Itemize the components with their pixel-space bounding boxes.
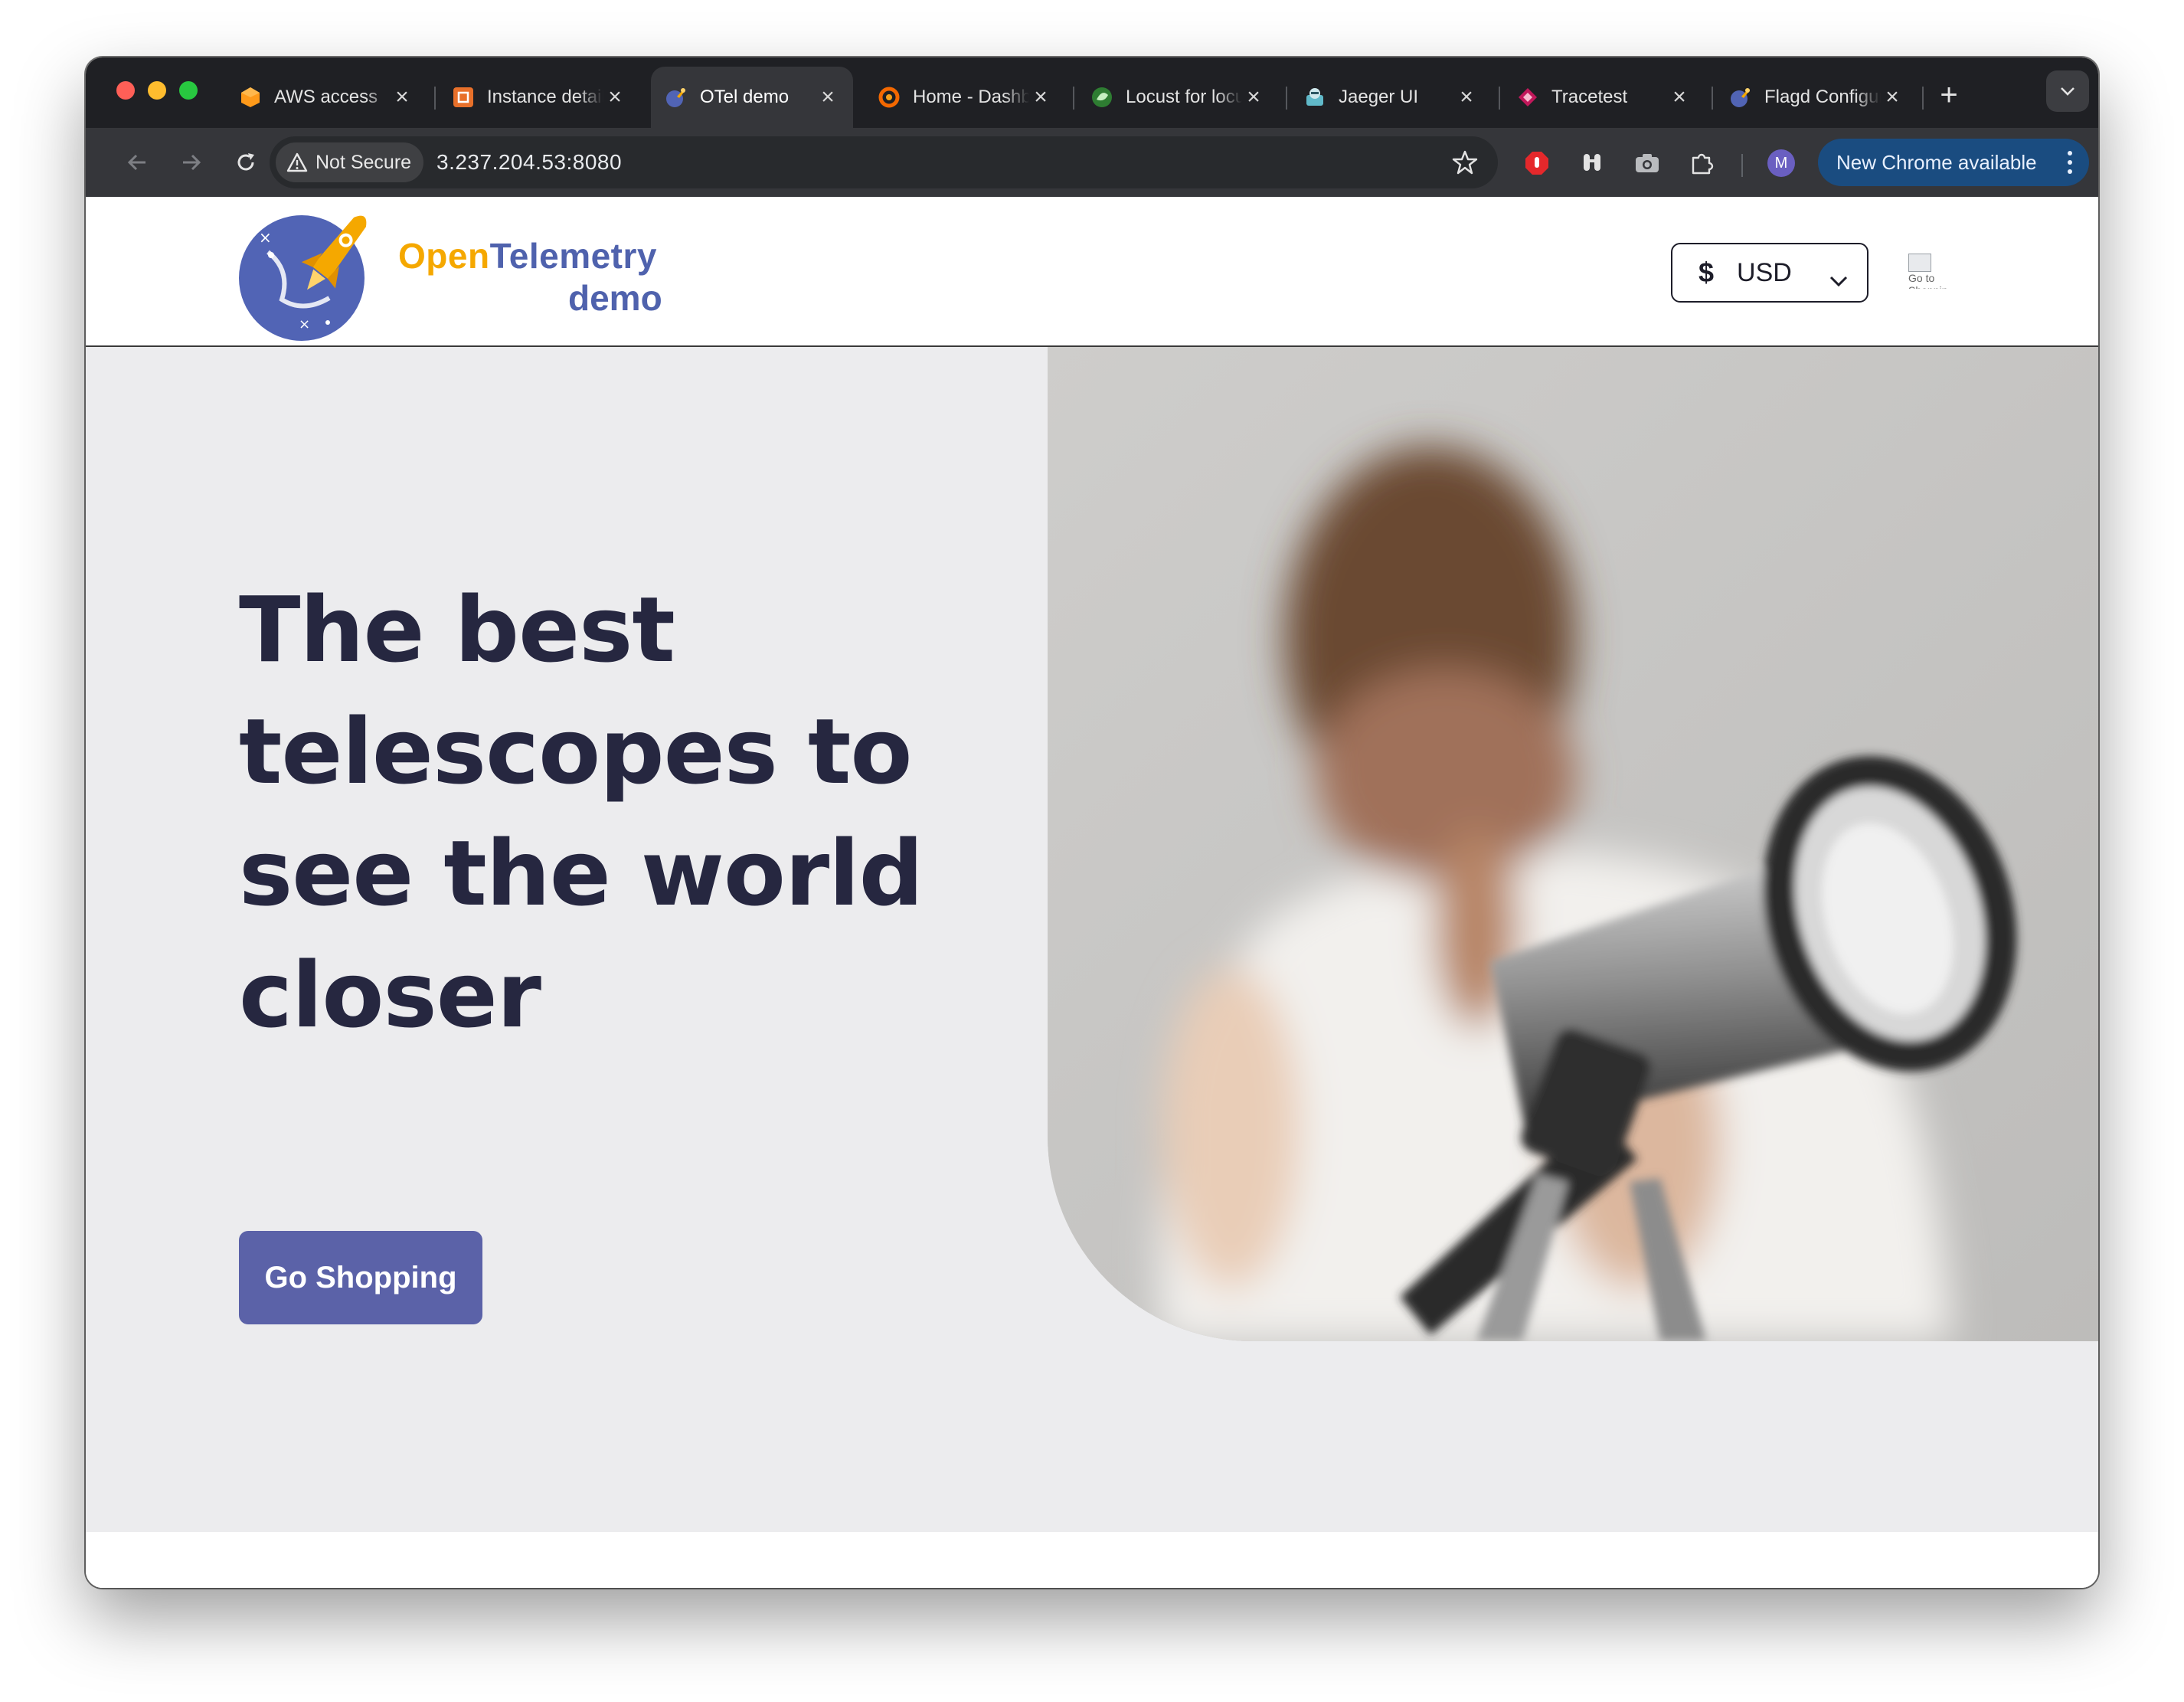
reload-button[interactable] bbox=[225, 142, 266, 183]
tab-title: AWS access bbox=[274, 87, 378, 107]
chevron-down-icon bbox=[2061, 87, 2074, 96]
toolbar-separator bbox=[1741, 154, 1743, 177]
currency-symbol: $ bbox=[1698, 257, 1715, 288]
jaeger-icon bbox=[1303, 86, 1326, 109]
tab-separator bbox=[1286, 87, 1287, 110]
tab-title: Jaeger UI bbox=[1339, 87, 1419, 107]
brand-demo: demo bbox=[568, 278, 662, 318]
tab-search-button[interactable] bbox=[2046, 70, 2089, 112]
hero-banner: The best telescopes to see the world clo… bbox=[86, 347, 2098, 1532]
tab-aws[interactable]: AWS access × bbox=[225, 67, 427, 128]
currency-select[interactable]: $ USD bbox=[1671, 243, 1868, 303]
more-options-icon bbox=[2068, 151, 2072, 174]
chevron-down-icon bbox=[1829, 264, 1849, 294]
close-tab-icon[interactable]: × bbox=[1242, 84, 1265, 110]
warning-icon bbox=[286, 152, 308, 172]
close-window-button[interactable] bbox=[116, 81, 135, 100]
address-bar[interactable]: Not Secure 3.237.204.53:8080 bbox=[270, 136, 1498, 188]
ec2-icon bbox=[452, 86, 475, 109]
bookmark-star-icon[interactable] bbox=[1452, 149, 1478, 179]
brand-open: Open bbox=[398, 236, 490, 276]
otel-logo-icon[interactable]: × × bbox=[237, 208, 387, 346]
close-tab-icon[interactable]: × bbox=[391, 84, 414, 110]
close-tab-icon[interactable]: × bbox=[1881, 84, 1904, 110]
tab-grafana[interactable]: Home - Dashboards × bbox=[864, 67, 1066, 128]
camera-extension-icon[interactable] bbox=[1633, 149, 1662, 178]
tab-jaeger[interactable]: Jaeger UI × bbox=[1290, 67, 1492, 128]
tab-strip: AWS access × Instance details × OTel dem… bbox=[86, 57, 2098, 128]
tab-title: Instance details bbox=[487, 87, 603, 107]
tab-instance-details[interactable]: Instance details × bbox=[438, 67, 640, 128]
extensions-puzzle-icon[interactable] bbox=[1688, 149, 1717, 178]
tab-title: Home - Dashboards bbox=[913, 87, 1029, 107]
site-header: × × OpenTelemetry demo $ USD Go to bbox=[86, 197, 2098, 347]
svg-text:×: × bbox=[259, 228, 272, 247]
tab-flagd[interactable]: Flagd Configurator × bbox=[1715, 67, 1918, 128]
currency-code: USD bbox=[1737, 257, 1792, 287]
page-footer-area bbox=[86, 1532, 2098, 1588]
profile-avatar[interactable]: M bbox=[1767, 149, 1795, 177]
tab-separator bbox=[1499, 87, 1500, 110]
reload-icon bbox=[237, 153, 254, 171]
tab-tracetest[interactable]: Tracetest × bbox=[1502, 67, 1705, 128]
close-tab-icon[interactable]: × bbox=[1029, 84, 1052, 110]
tracetest-icon bbox=[1516, 86, 1539, 109]
close-tab-icon[interactable]: × bbox=[816, 84, 839, 110]
otel-icon bbox=[1729, 86, 1752, 109]
tab-otel-demo[interactable]: OTel demo × bbox=[651, 67, 853, 128]
tab-title: Locust for locustfile bbox=[1126, 87, 1242, 107]
browser-toolbar: Not Secure 3.237.204.53:8080 M New Chrom… bbox=[86, 128, 2098, 197]
svg-text:×: × bbox=[299, 316, 310, 332]
glasses-extension-icon[interactable] bbox=[1578, 149, 1607, 178]
forward-button[interactable] bbox=[171, 142, 212, 183]
arrow-right-icon bbox=[183, 154, 201, 171]
minimize-window-button[interactable] bbox=[148, 81, 166, 100]
otel-icon bbox=[665, 86, 688, 109]
brand-telemetry: Telemetry bbox=[489, 236, 657, 276]
back-button[interactable] bbox=[116, 142, 158, 183]
close-tab-icon[interactable]: × bbox=[1668, 84, 1691, 110]
tab-title: OTel demo bbox=[700, 87, 790, 107]
cart-icon[interactable]: Go to Shopping Cart bbox=[1908, 254, 1948, 289]
site-security-chip[interactable]: Not Secure bbox=[276, 142, 424, 182]
tab-separator bbox=[1922, 87, 1924, 110]
hero-telescope-image bbox=[1048, 347, 2098, 1341]
adblock-extension-icon[interactable] bbox=[1522, 149, 1551, 178]
web-page: × × OpenTelemetry demo $ USD Go to The b… bbox=[86, 197, 2098, 1588]
go-shopping-button[interactable]: Go Shopping bbox=[239, 1231, 482, 1324]
url-text[interactable]: 3.237.204.53:8080 bbox=[436, 136, 622, 188]
broken-image-icon bbox=[1908, 254, 1931, 272]
tab-separator bbox=[1073, 87, 1074, 110]
close-tab-icon[interactable]: × bbox=[1455, 84, 1478, 110]
aws-icon bbox=[239, 86, 262, 109]
tab-title: Tracetest bbox=[1551, 87, 1628, 107]
tab-locust[interactable]: Locust for locustfile × bbox=[1077, 67, 1279, 128]
hero-headline: The best telescopes to see the world clo… bbox=[239, 577, 924, 1048]
cart-alt-text: Go to Shopping Cart bbox=[1908, 272, 1948, 289]
maximize-window-button[interactable] bbox=[179, 81, 198, 100]
arrow-left-icon bbox=[127, 154, 145, 171]
grafana-icon bbox=[878, 86, 901, 109]
tab-title: Flagd Configurator bbox=[1764, 87, 1881, 107]
update-label: New Chrome available bbox=[1836, 150, 2037, 174]
locust-icon bbox=[1090, 86, 1113, 109]
brand-name[interactable]: OpenTelemetry bbox=[398, 235, 657, 277]
security-label: Not Secure bbox=[316, 151, 412, 173]
tab-separator bbox=[1712, 87, 1713, 110]
tab-separator bbox=[434, 87, 436, 110]
close-tab-icon[interactable]: × bbox=[603, 84, 626, 110]
update-chrome-button[interactable]: New Chrome available bbox=[1818, 139, 2089, 186]
new-tab-button[interactable]: + bbox=[1928, 74, 1970, 116]
browser-window: AWS access × Instance details × OTel dem… bbox=[86, 57, 2098, 1588]
